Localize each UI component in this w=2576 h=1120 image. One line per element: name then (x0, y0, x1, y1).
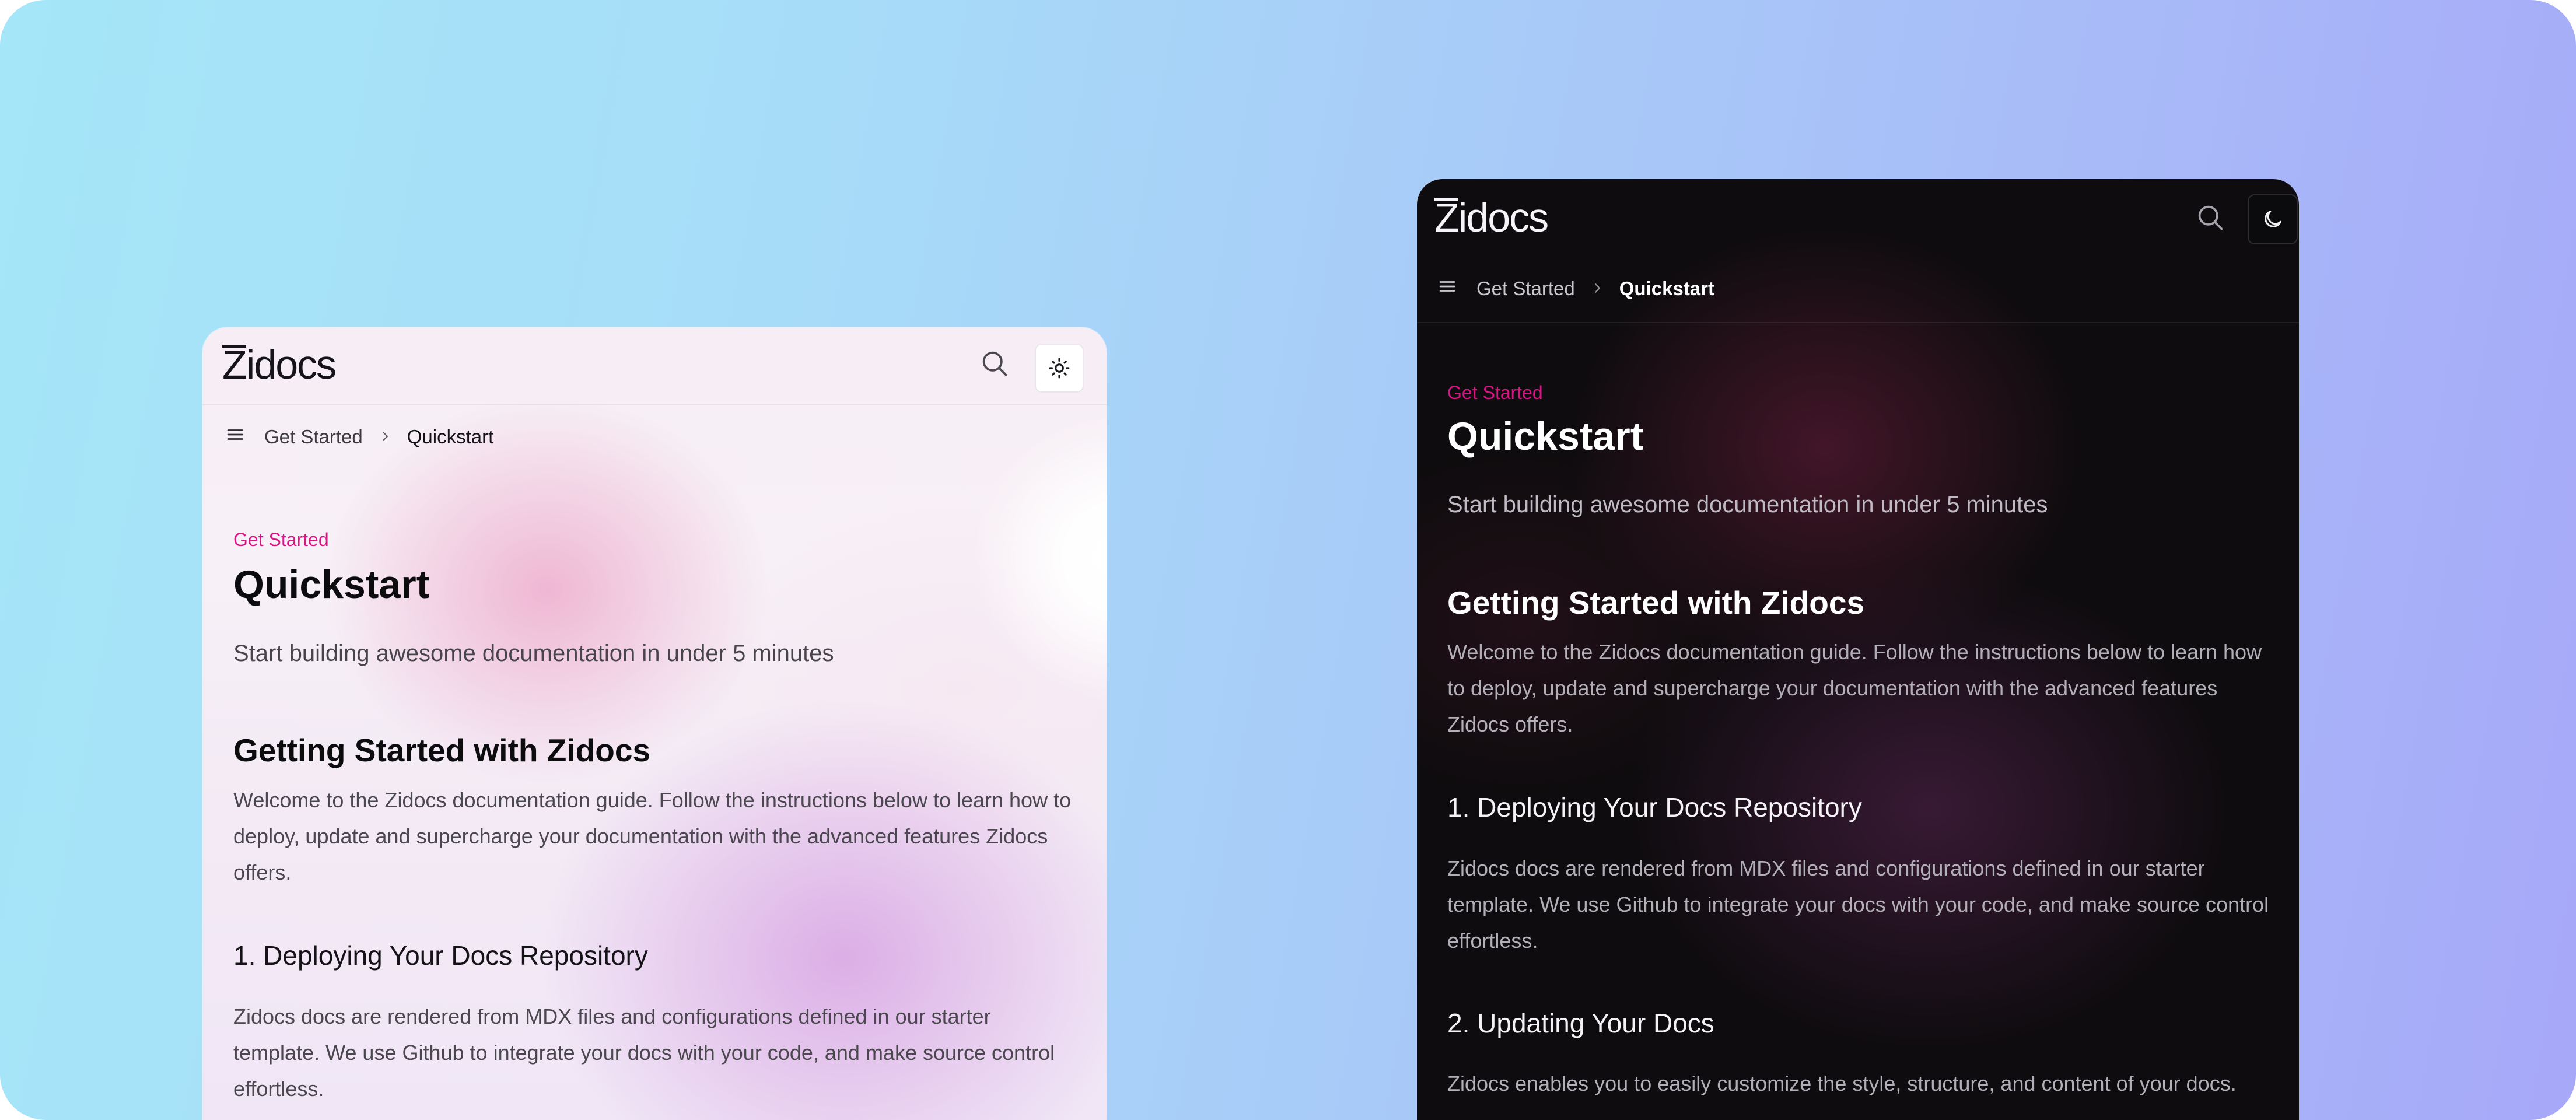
header-divider (202, 404, 1107, 405)
theme-toggle-button[interactable] (1035, 344, 1084, 393)
logo[interactable]: Zidocs (222, 341, 337, 388)
search-icon (2198, 205, 2223, 230)
chevron-right-icon (378, 426, 392, 448)
breadcrumb-item-quickstart[interactable]: Quickstart (1619, 278, 1714, 300)
light-mode-window: Zidocs Get Started Quickstart Get Starte… (202, 327, 1107, 1120)
header-divider (1417, 322, 2299, 323)
logo-rest: idocs (1458, 195, 1549, 240)
logo-z: Z (1434, 195, 1460, 240)
sun-icon (1049, 358, 1070, 379)
menu-icon[interactable] (225, 424, 246, 450)
section-eyebrow: Get Started (233, 529, 329, 550)
chevron-right-icon (1590, 278, 1604, 300)
breadcrumb: Get Started Quickstart (225, 425, 494, 449)
moon-icon (2264, 211, 2281, 228)
step-paragraph-update: Zidocs enables you to easily customize t… (1447, 1072, 2236, 1096)
step-paragraph-deploy: Zidocs docs are rendered from MDX files … (1447, 856, 2269, 953)
logo-z: Z (222, 342, 247, 387)
section-heading: Getting Started with Zidocs (1447, 584, 1865, 621)
search-icon (982, 351, 1007, 376)
theme-toggle-button[interactable] (2248, 194, 2298, 244)
step-heading: 1. Deploying Your Docs Repository (233, 940, 648, 971)
section-eyebrow: Get Started (1447, 382, 1543, 403)
page-title: Quickstart (233, 562, 430, 607)
intro-paragraph: Welcome to the Zidocs documentation guid… (1447, 640, 2262, 736)
step-heading-update: 2. Updating Your Docs (1447, 1008, 1714, 1038)
showcase-background: Zidocs Get Started Quickstart Get Starte… (0, 0, 2576, 1120)
intro-paragraph: Welcome to the Zidocs documentation guid… (233, 788, 1072, 884)
menu-icon[interactable] (1437, 276, 1458, 302)
page-lead: Start building awesome documentation in … (1447, 492, 2048, 517)
page-title: Quickstart (1447, 414, 1644, 459)
page-lead: Start building awesome documentation in … (233, 640, 834, 666)
search-button[interactable] (972, 341, 1017, 386)
breadcrumb-item-get-started[interactable]: Get Started (264, 426, 363, 448)
breadcrumb: Get Started Quickstart (1437, 277, 1714, 300)
step-heading-deploy: 1. Deploying Your Docs Repository (1447, 792, 1862, 822)
logo-rest: idocs (246, 342, 337, 387)
breadcrumb-item-get-started[interactable]: Get Started (1476, 278, 1575, 300)
breadcrumb-item-quickstart[interactable]: Quickstart (407, 426, 494, 448)
logo[interactable]: Zidocs (1434, 194, 1549, 241)
section-heading: Getting Started with Zidocs (233, 732, 651, 768)
dark-mode-window: Zidocs Get Started Quickstart Get Starte… (1417, 179, 2299, 1120)
step-paragraph: Zidocs docs are rendered from MDX files … (233, 1005, 1055, 1101)
search-button[interactable] (2188, 195, 2232, 240)
